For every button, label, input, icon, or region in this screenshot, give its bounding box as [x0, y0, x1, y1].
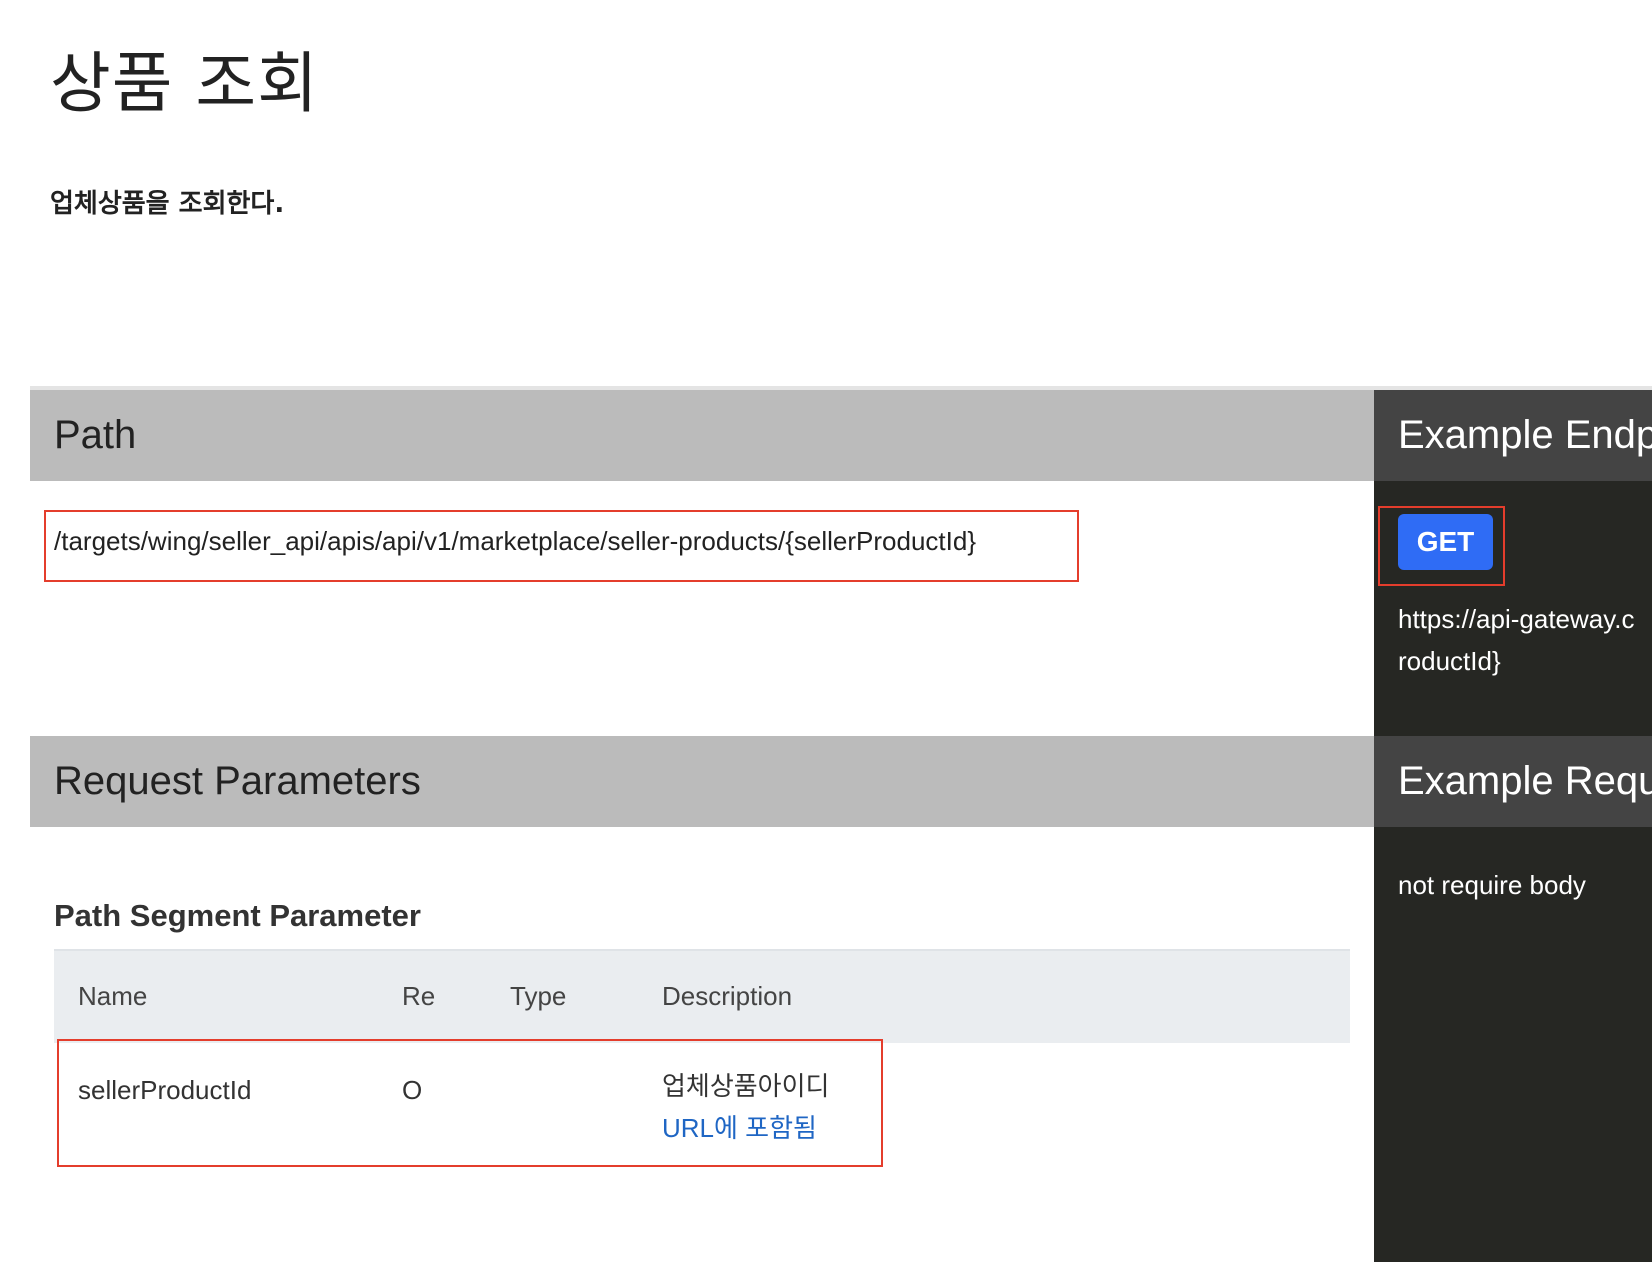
example-request-title: Example Requ: [1398, 759, 1652, 803]
endpoint-url-line: roductId}: [1398, 646, 1501, 676]
example-endpoint-header: Example Endp: [1374, 390, 1652, 481]
example-endpoint-title: Example Endp: [1398, 413, 1652, 457]
page-description: 업체상품을 조회한다.: [50, 189, 285, 219]
endpoint-url-line: https://api-gateway.c: [1398, 604, 1635, 634]
request-parameters-title: Request Parameters: [54, 759, 421, 803]
column-header-type: Type: [510, 981, 567, 1011]
request-parameters-header: Request Parameters: [30, 736, 1374, 827]
path-section-header: Path: [30, 390, 1374, 481]
column-header-required: Re: [402, 981, 436, 1011]
column-header-description: Description: [662, 981, 793, 1011]
row-highlight-box: [57, 1039, 883, 1167]
path-section-title: Path: [54, 413, 137, 457]
path-segment-title: Path Segment Parameter: [54, 898, 421, 933]
method-highlight-box: [1378, 506, 1505, 586]
page-title: 상품 조회: [50, 45, 319, 122]
column-header-name: Name: [78, 981, 148, 1011]
example-endpoint-url: https://api-gateway.c roductId}: [1398, 598, 1652, 682]
path-highlight-box: [44, 510, 1079, 582]
api-doc-page: 상품 조회 업체상품을 조회한다. Path Example Endp /tar…: [0, 0, 1652, 1262]
table-header-row: Name Re Type Description: [54, 949, 1350, 1043]
example-request-header: Example Requ: [1374, 736, 1652, 827]
request-body-note: not require body: [1398, 870, 1586, 900]
